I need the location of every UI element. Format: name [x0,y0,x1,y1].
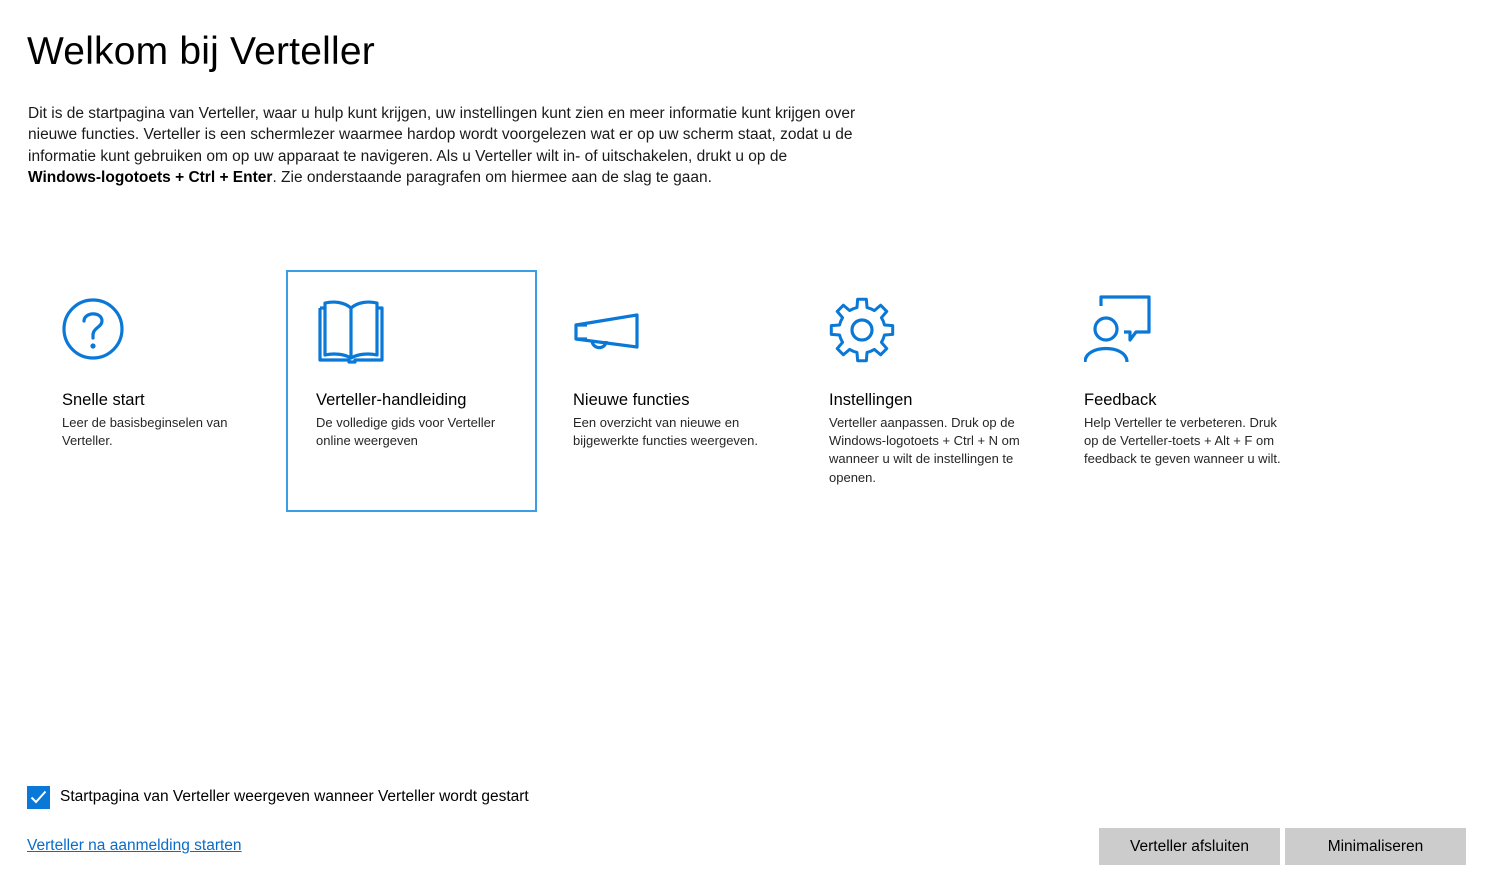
tile-title: Snelle start [62,391,145,409]
feedback-person-icon [1084,294,1158,368]
tile-description: De volledige gids voor Verteller online … [316,415,496,449]
page-title: Welkom bij Verteller [27,30,375,73]
narrator-home-window: Welkom bij Verteller Dit is de startpagi… [0,0,1500,891]
tile-title: Verteller-handleiding [316,391,467,409]
megaphone-icon [573,294,647,368]
tile-description: Help Verteller te verbeteren. Druk op de… [1084,415,1281,467]
intro-text-after: . Zie onderstaande paragrafen om hiermee… [272,168,712,186]
tile-settings[interactable]: Instellingen Verteller aanpassen. Druk o… [799,270,1051,512]
book-icon [316,294,390,368]
checkmark-icon [30,790,47,804]
intro-shortcut: Windows-logotoets + Ctrl + Enter [28,168,273,186]
tile-description: Leer de basisbeginselen van Verteller. [62,415,228,449]
exit-narrator-button[interactable]: Verteller afsluiten [1099,828,1280,865]
show-startpage-checkbox-row[interactable]: Startpagina van Verteller weergeven wann… [27,785,529,809]
intro-text: Dit is de startpagina van Verteller, waa… [28,103,858,188]
minimize-button[interactable]: Minimaliseren [1285,828,1466,865]
feature-tiles: Snelle start Leer de basisbeginselen van… [0,270,1500,512]
start-after-signin-link[interactable]: Verteller na aanmelding starten [27,837,242,855]
gear-icon [829,294,903,368]
tile-new-features[interactable]: Nieuwe functies Een overzicht van nieuwe… [543,270,795,512]
tile-narrator-guide[interactable]: Verteller-handleiding De volledige gids … [286,270,537,512]
tile-description: Een overzicht van nieuwe en bijgewerkte … [573,415,758,449]
intro-text-before: Dit is de startpagina van Verteller, waa… [28,105,856,165]
tile-quick-start[interactable]: Snelle start Leer de basisbeginselen van… [32,270,284,512]
tile-description: Verteller aanpassen. Druk op de Windows-… [829,415,1020,485]
show-startpage-checkbox[interactable] [27,785,50,809]
tile-title: Instellingen [829,391,913,409]
tile-feedback[interactable]: Feedback Help Verteller te verbeteren. D… [1054,270,1306,512]
tile-title: Nieuwe functies [573,391,690,409]
tile-title: Feedback [1084,391,1157,409]
question-circle-icon [62,294,136,368]
show-startpage-label: Startpagina van Verteller weergeven wann… [60,788,529,805]
